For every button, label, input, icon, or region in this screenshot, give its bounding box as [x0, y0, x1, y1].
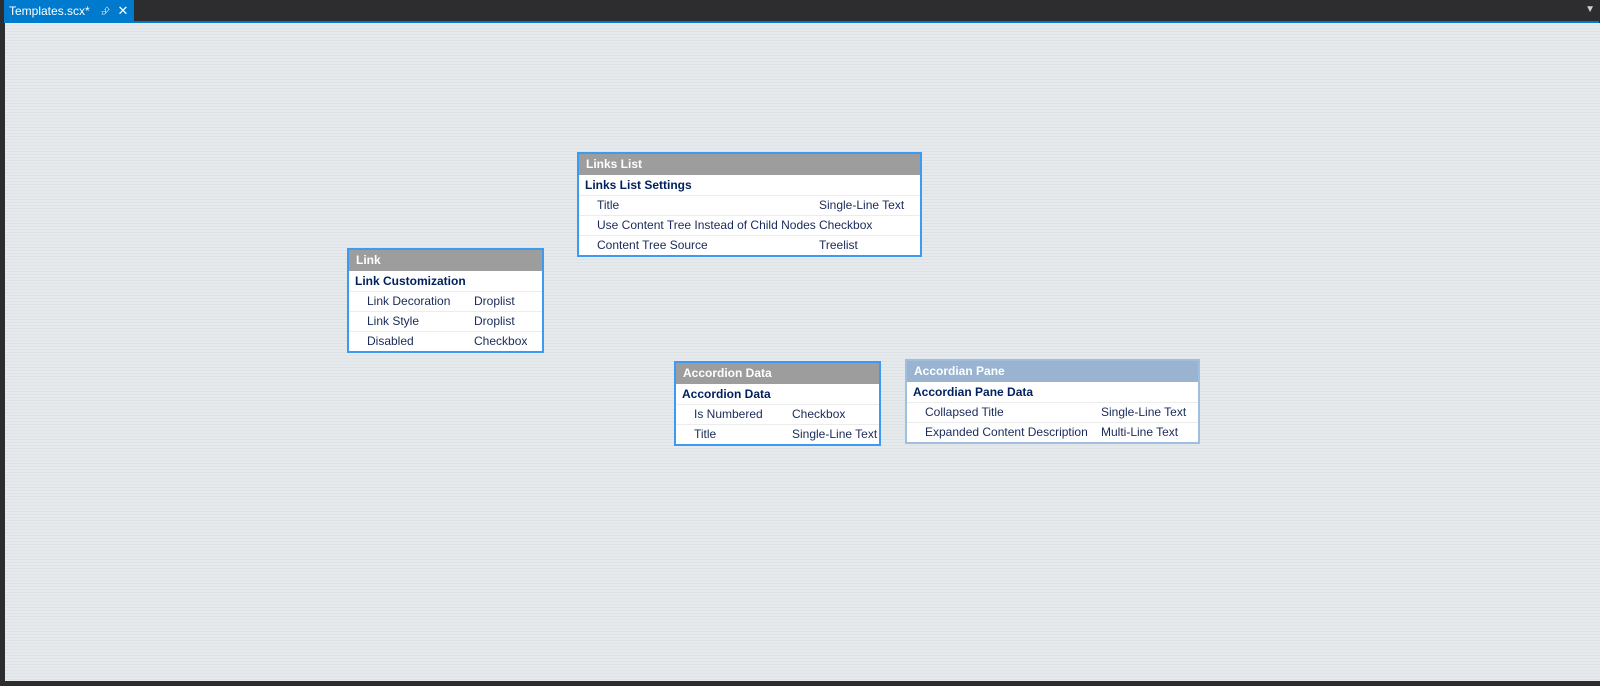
- field-name: Use Content Tree Instead of Child Nodes: [597, 218, 816, 232]
- template-box-accordian-pane[interactable]: Accordian Pane Accordian Pane Data Colla…: [905, 359, 1200, 444]
- field-name: Link Decoration: [367, 294, 451, 308]
- field-row[interactable]: Link Style Droplist: [349, 311, 542, 331]
- template-header[interactable]: Links List: [579, 154, 920, 175]
- field-row[interactable]: Title Single-Line Text: [579, 195, 920, 215]
- field-type: Single-Line Text: [792, 427, 878, 441]
- close-icon[interactable]: ✕: [118, 4, 129, 17]
- field-row[interactable]: Is Numbered Checkbox: [676, 404, 879, 424]
- field-name: Collapsed Title: [925, 405, 1004, 419]
- field-name: Title: [694, 427, 717, 441]
- field-type: Single-Line Text: [819, 198, 905, 212]
- field-type: Single-Line Text: [1101, 405, 1187, 419]
- pin-icon[interactable]: ⮲: [98, 6, 111, 15]
- field-name: Is Numbered: [694, 407, 763, 421]
- field-type: Checkbox: [792, 407, 846, 421]
- field-name: Content Tree Source: [597, 238, 708, 252]
- section-title[interactable]: Links List Settings: [579, 175, 920, 195]
- field-type: Droplist: [474, 294, 515, 308]
- document-tab-bar: Templates.scx* ⮲ ✕ ▼: [0, 0, 1600, 21]
- template-box-accordion-data[interactable]: Accordion Data Accordion Data Is Numbere…: [674, 361, 881, 446]
- field-name: Link Style: [367, 314, 420, 328]
- section-title[interactable]: Accordion Data: [676, 384, 879, 404]
- tab-templates-scx[interactable]: Templates.scx* ⮲ ✕: [4, 0, 135, 21]
- template-box-link[interactable]: Link Link Customization Link Decoration …: [347, 248, 544, 353]
- field-type: Checkbox: [474, 334, 528, 348]
- field-type: Checkbox: [819, 218, 873, 232]
- diagram-canvas[interactable]: Links List Links List Settings Title Sin…: [5, 23, 1600, 681]
- section-title[interactable]: Accordian Pane Data: [907, 382, 1198, 402]
- field-name: Title: [597, 198, 620, 212]
- field-type: Treelist: [819, 238, 858, 252]
- field-row[interactable]: Content Tree Source Treelist: [579, 235, 920, 255]
- field-type: Multi-Line Text: [1101, 425, 1179, 439]
- field-name: Disabled: [367, 334, 414, 348]
- template-header[interactable]: Link: [349, 250, 542, 271]
- field-name: Expanded Content Description: [925, 425, 1088, 439]
- field-row[interactable]: Link Decoration Droplist: [349, 291, 542, 311]
- template-header[interactable]: Accordion Data: [676, 363, 879, 384]
- template-box-links-list[interactable]: Links List Links List Settings Title Sin…: [577, 152, 922, 257]
- field-row[interactable]: Use Content Tree Instead of Child Nodes …: [579, 215, 920, 235]
- template-header[interactable]: Accordian Pane: [907, 361, 1198, 382]
- field-type: Droplist: [474, 314, 515, 328]
- field-row[interactable]: Title Single-Line Text: [676, 424, 879, 444]
- field-row[interactable]: Disabled Checkbox: [349, 331, 542, 351]
- tab-title: Templates.scx*: [9, 3, 90, 18]
- section-title[interactable]: Link Customization: [349, 271, 542, 291]
- field-row[interactable]: Collapsed Title Single-Line Text: [907, 402, 1198, 422]
- field-row[interactable]: Expanded Content Description Multi-Line …: [907, 422, 1198, 442]
- tab-dropdown-icon[interactable]: ▼: [1585, 4, 1595, 15]
